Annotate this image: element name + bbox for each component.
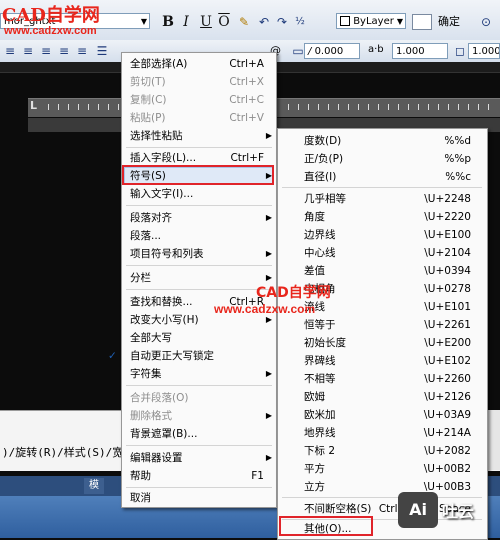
underline-button[interactable]: U — [198, 14, 214, 30]
model-tab[interactable]: 模 — [84, 478, 104, 494]
menu-item-cancel[interactable]: 取消 — [122, 489, 276, 507]
menu-item-help[interactable]: 帮助 F1 — [122, 467, 276, 485]
menu-separator — [126, 487, 272, 488]
ok-button[interactable]: 确定 — [438, 13, 460, 29]
symbol-item-subscript-2[interactable]: 下标 2 \U+2082 — [278, 441, 487, 461]
align-left-icon[interactable]: ≡ — [2, 43, 18, 59]
options-icon[interactable]: ⊙ — [478, 14, 494, 30]
distribute-icon[interactable]: ≡ — [74, 43, 90, 59]
watermark-url: www.cadzxw.com — [4, 25, 97, 37]
menu-separator — [126, 205, 272, 206]
symbol-submenu: 度数(D) %%d 正/负(P) %%p 直径(I) %%c 几乎相等 \U+2248 … — [277, 128, 488, 540]
undo-icon[interactable]: ↶ — [256, 14, 272, 30]
menu-separator — [126, 289, 272, 290]
symbol-item-degrees[interactable]: 度数(D) %%d — [278, 131, 487, 151]
tracking-value: 1.000 — [396, 46, 425, 57]
symbol-item-centerline[interactable]: 中心线 \U+2104 — [278, 243, 487, 263]
oblique-value: 0.000 — [314, 46, 344, 57]
symbol-item-plus-minus[interactable]: 正/负(P) %%p — [278, 149, 487, 169]
symbol-item-identity[interactable]: 恒等于 \U+2261 — [278, 315, 487, 335]
menu-item-bullets-lists[interactable]: 项目符号和列表 ▶ — [122, 245, 276, 263]
chevron-down-icon: ▼ — [140, 17, 147, 26]
menu-separator — [126, 147, 272, 148]
menu-item-editor-settings[interactable]: 编辑器设置 ▶ — [122, 449, 276, 467]
submenu-arrow-icon: ▶ — [265, 411, 272, 420]
tracking-field[interactable]: 1.000 — [392, 43, 448, 59]
symbol-item-property-line[interactable]: 地界线 \U+214A — [278, 423, 487, 443]
symbol-item-monument-line[interactable]: 界碑线 \U+E102 — [278, 351, 487, 371]
menu-item-select-all[interactable]: 全部选择(A) Ctrl+A — [122, 55, 276, 73]
width-factor-field[interactable]: 1.000 — [468, 43, 500, 59]
context-menu: 全部选择(A) Ctrl+A 剪切(T) Ctrl+X 复制(C) Ctrl+C 粘贴… — [108, 52, 277, 508]
menu-item-paragraph[interactable]: 段落... — [122, 227, 276, 245]
width-factor-value: 1.000 — [472, 46, 500, 57]
bold-button[interactable]: B — [160, 14, 176, 30]
ruler-toggle-icon[interactable] — [412, 14, 432, 30]
color-select[interactable]: ByLayer ▼ — [336, 13, 406, 29]
command-prompt-text: )/旋转(R)/样式(S)/宽 — [2, 446, 124, 459]
chevron-down-icon: ▼ — [396, 17, 403, 26]
menu-item-charset[interactable]: 字符集 ▶ — [122, 365, 276, 383]
menu-item-remove-formatting: 删除格式 ▶ — [122, 407, 276, 425]
symbol-item-almost-equal[interactable]: 几乎相等 \U+2248 — [278, 189, 487, 209]
menu-item-background-mask[interactable]: 背景遮罩(B)... — [122, 425, 276, 443]
width-factor-icon: ◻ — [455, 44, 465, 58]
submenu-arrow-icon: ▶ — [265, 213, 272, 222]
symbol-item-omega[interactable]: 欧米加 \U+03A9 — [278, 405, 487, 425]
watermark-title: CAD自学网 — [2, 5, 100, 26]
highlight-box-symbol — [122, 165, 274, 185]
menu-separator — [126, 265, 272, 266]
symbol-item-not-equal[interactable]: 不相等 \U+2260 — [278, 369, 487, 389]
tab-stop-left-label: L — [30, 99, 38, 112]
symbol-item-cubed[interactable]: 立方 \U+00B3 — [278, 477, 487, 497]
menu-item-paste: 粘贴(P) Ctrl+V — [130, 112, 264, 124]
menu-item-combine-paragraphs: 合并段落(O) — [130, 392, 189, 404]
align-right-icon[interactable]: ≡ — [38, 43, 54, 59]
symbol-item-boundary-line[interactable]: 边界线 \U+E100 — [278, 225, 487, 245]
submenu-arrow-icon: ▶ — [265, 249, 272, 258]
menu-separator — [126, 445, 272, 446]
overline-button[interactable]: O — [216, 14, 232, 30]
redo-icon[interactable]: ↷ — [274, 14, 290, 30]
align-center-icon[interactable]: ≡ — [20, 43, 36, 59]
numbering-icon[interactable]: ☰ — [94, 43, 110, 59]
stack-icon[interactable]: ½ — [292, 14, 308, 30]
menu-separator — [126, 385, 272, 386]
symbol-item-squared[interactable]: 平方 \U+00B2 — [278, 459, 487, 479]
menu-separator — [282, 187, 482, 188]
justify-icon[interactable]: ≡ — [56, 43, 72, 59]
symbol-item-angle[interactable]: 角度 \U+2220 — [278, 207, 487, 227]
menu-item-paste-special[interactable]: 选择性粘贴 ▶ — [122, 127, 276, 145]
menu-item-autocaps[interactable]: ✓ 自动更正大写锁定 — [108, 347, 276, 365]
tracking-label: a·b — [368, 44, 384, 55]
menu-item-all-caps[interactable]: 全部大写 — [122, 329, 276, 347]
watermark-url-2: www.cadzxw.com — [214, 302, 316, 316]
italic-button[interactable]: I — [178, 14, 194, 30]
menu-item-paragraph-align[interactable]: 段落对齐 ▶ — [122, 209, 276, 227]
submenu-arrow-icon: ▶ — [265, 453, 272, 462]
logo-text: 吐云 — [442, 502, 475, 521]
menu-item-cut: 剪切(T) Ctrl+X — [130, 76, 264, 88]
logo-badge: Ai — [398, 492, 438, 528]
oblique-angle-field[interactable]: / 0.000 — [304, 43, 360, 59]
menu-item-copy: 复制(C) Ctrl+C — [130, 94, 264, 106]
submenu-arrow-icon: ▶ — [265, 131, 272, 140]
symbol-item-delta[interactable]: 差值 \U+0394 — [278, 261, 487, 281]
color-value: ByLayer — [353, 16, 394, 27]
watermark-title-2: CAD自学网 — [256, 285, 331, 301]
submenu-arrow-icon: ▶ — [265, 369, 272, 378]
symbol-item-initial-length[interactable]: 初始长度 \U+E200 — [278, 333, 487, 353]
color-swatch — [340, 16, 350, 26]
symbol-item-ohm[interactable]: 欧姆 \U+2126 — [278, 387, 487, 407]
checkmark-icon: ✓ — [108, 350, 117, 362]
menu-item-columns[interactable]: 分栏 ▶ — [122, 269, 276, 287]
symbol-item-diameter[interactable]: 直径(I) %%c — [278, 167, 487, 187]
menu-item-import-text[interactable]: 输入文字(I)... — [122, 185, 276, 203]
highlight-box-other — [279, 516, 373, 536]
pen-icon[interactable]: ✎ — [236, 14, 252, 30]
